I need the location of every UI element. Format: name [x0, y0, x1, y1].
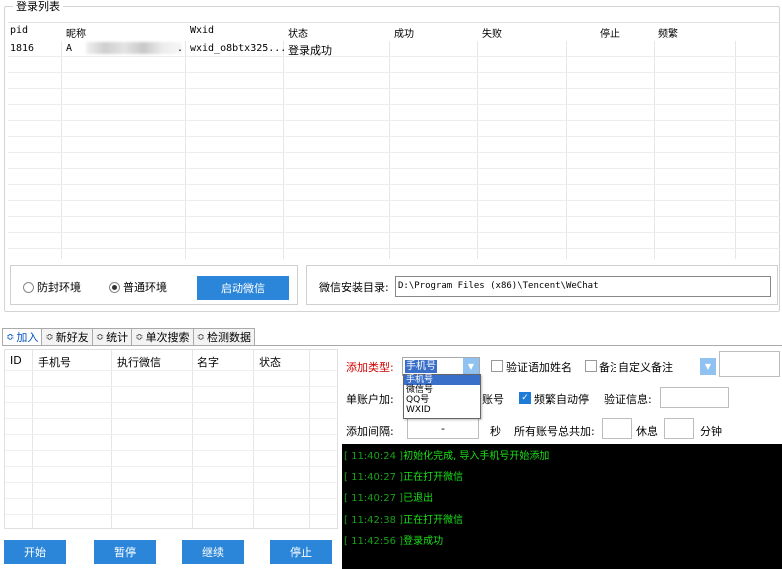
- auto-stop-label: 频繁自动停: [534, 393, 589, 406]
- column-header-stop[interactable]: 停止: [600, 25, 620, 40]
- double-chevron-icon: ≎: [6, 332, 15, 343]
- chevron-down-icon[interactable]: ▼: [463, 358, 479, 375]
- install-path-panel: 微信安装目录: D:\Program Files (x86)\Tencent\W…: [306, 265, 778, 305]
- install-path-label: 微信安装目录:: [319, 281, 389, 294]
- dropdown-option-qq[interactable]: QQ号: [404, 395, 480, 405]
- column-header-state[interactable]: 状态: [259, 354, 281, 370]
- interval-input[interactable]: -: [407, 418, 479, 439]
- tab-new-friends-label: 新好友: [55, 330, 89, 344]
- total-input[interactable]: [602, 418, 632, 439]
- verify-name-label: 验证语加姓名: [506, 361, 572, 374]
- dropdown-option-wechat-id[interactable]: 微信号: [404, 385, 480, 395]
- chevron-down-icon[interactable]: ▼: [700, 358, 716, 375]
- log-line: [ 11:40:27 ]已退出: [344, 493, 434, 504]
- add-list-table[interactable]: ID 手机号 执行微信 名字 状态: [4, 349, 338, 529]
- auto-stop-checkbox[interactable]: ✓: [519, 392, 531, 404]
- column-header-pid[interactable]: pid: [10, 25, 28, 36]
- dropdown-option-phone[interactable]: 手机号: [404, 375, 480, 385]
- column-header-success[interactable]: 成功: [394, 25, 414, 40]
- seconds-label: 秒: [490, 425, 501, 438]
- add-type-label: 添加类型:: [346, 361, 394, 374]
- tab-statistics-label: 统计: [106, 330, 129, 344]
- anti-ban-env-radio[interactable]: 防封环境: [23, 279, 81, 295]
- interval-label: 添加间隔:: [346, 425, 394, 438]
- row-nickname: A: [66, 43, 73, 54]
- tab-bar: ≎ 加入 ≎ 新好友 ≎ 统计 ≎ 单次搜索 ≎ 检测数据: [2, 328, 255, 346]
- tab-single-search-label: 单次搜索: [145, 330, 190, 344]
- verify-name-checkbox[interactable]: [491, 360, 503, 372]
- row-wxid: wxid_o8btx325...: [190, 43, 287, 54]
- double-chevron-icon: ≎: [196, 331, 205, 343]
- column-header-status[interactable]: 状态: [288, 25, 308, 40]
- remark-checkbox[interactable]: [585, 360, 597, 372]
- add-type-dropdown[interactable]: 手机号 微信号 QQ号 WXID: [403, 374, 481, 419]
- app-window: 登录列表 pid 昵称 Wxid 状态 成功 失败 停止 频繁 1816 A .…: [0, 0, 782, 569]
- row-nickname-tail: .: [177, 43, 184, 54]
- tab-new-friends[interactable]: ≎ 新好友: [41, 328, 93, 345]
- remark-text-input[interactable]: [719, 351, 780, 377]
- tab-add[interactable]: ≎ 加入: [2, 328, 43, 346]
- log-line: [ 11:40:24 ]初始化完成, 导入手机号开始添加: [344, 451, 550, 462]
- rest-input[interactable]: [664, 418, 694, 439]
- tab-check-data-label: 检测数据: [206, 330, 251, 344]
- verify-info-input[interactable]: [660, 387, 729, 408]
- normal-env-label: 普通环境: [123, 281, 167, 294]
- log-line: [ 11:42:56 ]登录成功: [344, 536, 444, 547]
- column-header-wxid[interactable]: Wxid: [190, 25, 214, 36]
- double-chevron-icon: ≎: [45, 331, 54, 343]
- verify-info-label: 验证信息:: [604, 393, 652, 406]
- column-header-fail[interactable]: 失败: [482, 25, 502, 40]
- column-header-name[interactable]: 名字: [197, 354, 219, 370]
- pause-button[interactable]: 暂停: [94, 540, 156, 564]
- dropdown-option-wxid[interactable]: WXID: [404, 405, 480, 415]
- tab-add-label: 加入: [16, 331, 39, 344]
- tab-single-search[interactable]: ≎ 单次搜索: [131, 328, 194, 345]
- stop-button[interactable]: 停止: [270, 540, 332, 564]
- account-suffix-label: 账号: [482, 393, 504, 406]
- nickname-redaction: [86, 42, 182, 54]
- column-header-frequent[interactable]: 频繁: [658, 25, 678, 40]
- double-chevron-icon: ≎: [95, 331, 105, 343]
- log-console[interactable]: [ 11:40:24 ]初始化完成, 导入手机号开始添加 [ 11:40:27 …: [342, 444, 782, 569]
- row-status: 登录成功: [288, 44, 332, 57]
- single-account-label: 单账户加:: [346, 393, 394, 406]
- login-list-title: 登录列表: [13, 0, 63, 13]
- column-header-phone[interactable]: 手机号: [38, 354, 71, 370]
- column-header-id[interactable]: ID: [10, 354, 22, 367]
- column-header-nickname[interactable]: 昵称: [66, 25, 86, 40]
- log-line: [ 11:42:38 ]正在打开微信: [344, 515, 464, 526]
- login-table-header: pid 昵称 Wxid 状态 成功 失败 停止 频繁: [8, 23, 780, 41]
- total-label: 所有账号总共加:: [514, 425, 595, 438]
- minutes-label: 分钟: [700, 425, 722, 438]
- resume-button[interactable]: 继续: [182, 540, 244, 564]
- tab-check-data[interactable]: ≎ 检测数据: [192, 328, 255, 345]
- install-path-input[interactable]: D:\Program Files (x86)\Tencent\WeChat: [395, 276, 771, 297]
- row-pid: 1816: [10, 43, 35, 54]
- start-wechat-button[interactable]: 启动微信: [197, 276, 289, 300]
- column-header-exec-wechat[interactable]: 执行微信: [117, 354, 161, 370]
- normal-env-radio[interactable]: 普通环境: [109, 279, 167, 295]
- login-table[interactable]: pid 昵称 Wxid 状态 成功 失败 停止 频繁 1816 A . wxid…: [8, 22, 780, 259]
- rest-label: 休息: [636, 425, 658, 438]
- remark-mode-value: 自定义备注: [618, 361, 673, 374]
- anti-ban-env-label: 防封环境: [37, 281, 81, 294]
- add-type-selected: 手机号: [405, 360, 437, 373]
- double-chevron-icon: ≎: [135, 331, 144, 343]
- start-button[interactable]: 开始: [4, 540, 66, 564]
- tab-statistics[interactable]: ≎ 统计: [91, 328, 133, 345]
- radio-selected-icon: [109, 281, 120, 293]
- remark-mode-combo[interactable]: 自定义备注 ▼: [616, 357, 716, 376]
- environment-panel: 防封环境 普通环境 启动微信: [10, 265, 298, 305]
- log-line: [ 11:40:27 ]正在打开微信: [344, 472, 464, 483]
- radio-icon: [23, 281, 34, 293]
